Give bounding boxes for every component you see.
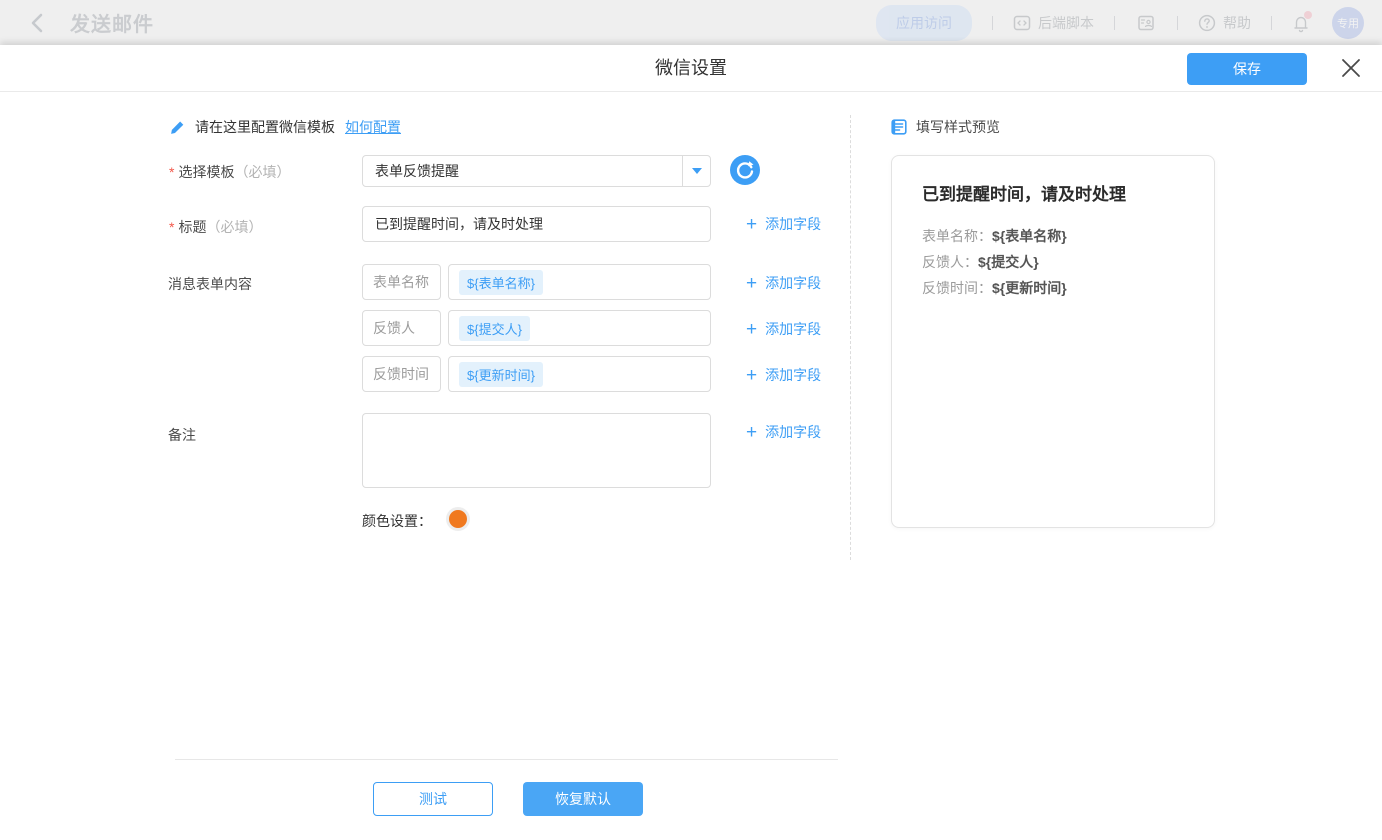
remark-label: 备注 <box>168 425 196 445</box>
divider <box>850 115 851 560</box>
preview-header: 填写样式预览 <box>891 117 1000 137</box>
title-input[interactable] <box>362 206 711 242</box>
color-swatch[interactable] <box>449 510 467 528</box>
add-field-link-row-1[interactable]: + 添加字段 <box>746 272 821 294</box>
plus-icon: + <box>746 423 757 442</box>
topbar: 发送邮件 应用访问 后端脚本 <box>0 0 1382 45</box>
form-preview-icon <box>891 119 907 135</box>
template-select-value: 表单反馈提醒 <box>363 156 682 186</box>
plus-icon: + <box>746 320 757 339</box>
add-field-link-row-3[interactable]: + 添加字段 <box>746 364 821 386</box>
notification-bell-icon[interactable] <box>1292 13 1310 33</box>
variable-chip[interactable]: ${表单名称} <box>459 270 543 295</box>
divider <box>992 16 993 30</box>
modal-content: 请在这里配置微信模板 如何配置 *选择模板（必填） 表单反馈提醒 *标题（必填）… <box>0 92 1382 840</box>
remark-textarea[interactable] <box>362 413 711 488</box>
add-field-link-title[interactable]: + 添加字段 <box>746 213 821 235</box>
field-key-input-1[interactable] <box>362 264 441 300</box>
how-to-configure-link[interactable]: 如何配置 <box>345 117 401 137</box>
backend-script-button[interactable]: 后端脚本 <box>1013 13 1094 33</box>
field-value-input-3[interactable]: ${更新时间} <box>448 356 711 392</box>
test-button[interactable]: 测试 <box>373 782 493 816</box>
preview-line: 反馈时间：${更新时间} <box>922 275 1184 301</box>
required-asterisk: * <box>169 164 174 180</box>
close-icon[interactable] <box>1340 57 1362 79</box>
divider <box>1114 16 1115 30</box>
page-title: 发送邮件 <box>70 8 154 37</box>
modal-header: 微信设置 保存 <box>0 45 1382 92</box>
config-hint-text: 请在这里配置微信模板 <box>195 117 335 137</box>
id-card-icon[interactable] <box>1137 14 1155 32</box>
pencil-icon <box>170 120 185 135</box>
plus-icon: + <box>746 274 757 293</box>
title-label: *标题（必填） <box>169 217 262 237</box>
code-icon <box>1013 14 1031 32</box>
divider <box>175 759 838 760</box>
wechat-settings-modal: 微信设置 保存 请在这里配置微信模板 如何配置 *选择模板（必填） 表单反馈提醒 <box>0 45 1382 840</box>
preview-card-title: 已到提醒时间，请及时处理 <box>922 180 1184 205</box>
refresh-icon[interactable] <box>730 155 760 185</box>
app-access-button[interactable]: 应用访问 <box>876 5 972 41</box>
plus-icon: + <box>746 215 757 234</box>
help-label: 帮助 <box>1223 13 1251 33</box>
field-key-input-2[interactable] <box>362 310 441 346</box>
save-button[interactable]: 保存 <box>1187 53 1307 85</box>
content-label: 消息表单内容 <box>168 274 252 294</box>
field-key-input-3[interactable] <box>362 356 441 392</box>
plus-icon: + <box>746 366 757 385</box>
divider <box>1271 16 1272 30</box>
caret-down-icon[interactable] <box>682 156 710 186</box>
template-label: *选择模板（必填） <box>169 162 290 182</box>
restore-default-button[interactable]: 恢复默认 <box>523 782 643 816</box>
avatar[interactable]: 专用 <box>1332 7 1364 39</box>
field-value-input-1[interactable]: ${表单名称} <box>448 264 711 300</box>
template-select[interactable]: 表单反馈提醒 <box>362 155 711 187</box>
config-hint-row: 请在这里配置微信模板 如何配置 <box>170 117 401 137</box>
add-field-link-row-2[interactable]: + 添加字段 <box>746 318 821 340</box>
notification-dot <box>1304 11 1312 19</box>
preview-card: 已到提醒时间，请及时处理 表单名称：${表单名称} 反馈人：${提交人} 反馈时… <box>891 155 1215 528</box>
modal-title: 微信设置 <box>0 45 1382 92</box>
variable-chip[interactable]: ${提交人} <box>459 316 530 341</box>
back-chevron-icon[interactable] <box>30 13 44 33</box>
required-asterisk: * <box>169 219 174 235</box>
question-icon <box>1198 14 1216 32</box>
preview-line: 反馈人：${提交人} <box>922 249 1184 275</box>
help-button[interactable]: 帮助 <box>1198 13 1251 33</box>
backend-script-label: 后端脚本 <box>1038 13 1094 33</box>
preview-header-label: 填写样式预览 <box>916 117 1000 137</box>
field-value-input-2[interactable]: ${提交人} <box>448 310 711 346</box>
color-setting-label: 颜色设置： <box>362 511 432 531</box>
add-field-link-remark[interactable]: + 添加字段 <box>746 421 821 443</box>
preview-line: 表单名称：${表单名称} <box>922 223 1184 249</box>
divider <box>1177 16 1178 30</box>
variable-chip[interactable]: ${更新时间} <box>459 362 543 387</box>
